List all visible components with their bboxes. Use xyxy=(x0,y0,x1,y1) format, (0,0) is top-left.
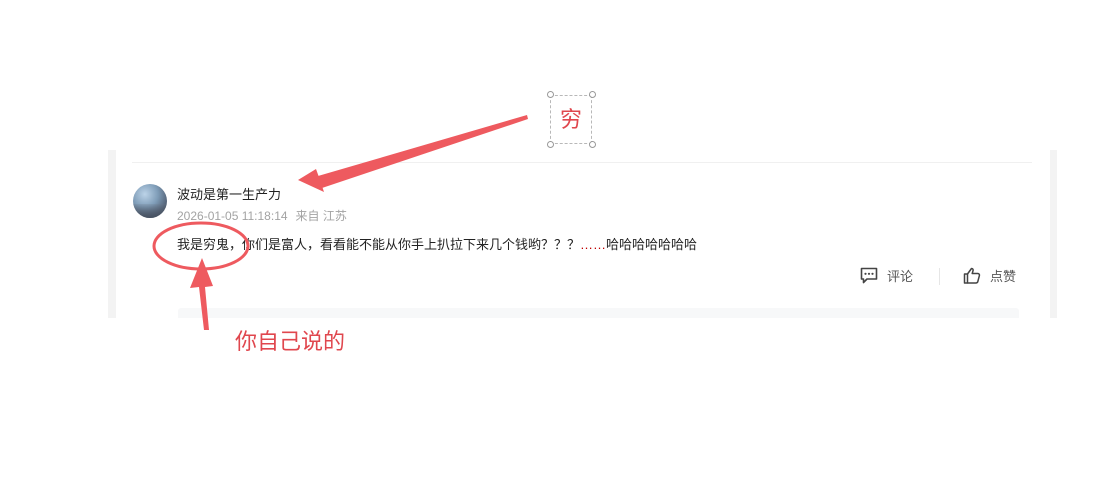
comment-location: 江苏 xyxy=(322,209,347,223)
resize-handle-top-left[interactable] xyxy=(547,91,554,98)
panel-right-edge xyxy=(1050,150,1057,318)
comment-button-label: 评论 xyxy=(887,269,914,284)
reply-area xyxy=(178,308,1019,318)
comment-text: 我是穷鬼，你们是富人，看看能不能从你手上扒拉下来几个钱哟？？？……哈哈哈哈哈哈哈 xyxy=(177,236,697,254)
like-button[interactable]: 点赞 xyxy=(962,266,1016,285)
annotation-arrow-to-username-body xyxy=(318,115,528,188)
annotation-note: 你自己说的 xyxy=(235,329,346,354)
resize-handle-bottom-left[interactable] xyxy=(547,141,554,148)
panel-left-edge xyxy=(108,150,116,318)
comment-timestamp: 2026-01-05 11:18:14 xyxy=(177,209,288,223)
annotation-box[interactable]: 穷 xyxy=(550,95,592,144)
like-button-label: 点赞 xyxy=(990,269,1017,284)
location-prefix: 来自 xyxy=(295,209,320,223)
annotation-arrow-to-text xyxy=(190,258,213,330)
comment-username[interactable]: 波动是第一生产力 xyxy=(177,186,281,204)
annotation-arrow-to-username xyxy=(298,116,527,192)
annotation-box-text: 穷 xyxy=(559,106,582,132)
thumbs-up-icon xyxy=(963,267,981,284)
comment-text-main: 我是穷鬼，你们是富人，看看能不能从你手上扒拉下来几个钱哟？？？ xyxy=(177,237,581,252)
comment-text-end: 哈哈哈哈哈哈哈 xyxy=(606,237,698,252)
resize-handle-top-right[interactable] xyxy=(589,91,596,98)
resize-handle-bottom-right[interactable] xyxy=(589,141,596,148)
action-divider xyxy=(939,268,940,285)
avatar[interactable] xyxy=(133,184,167,218)
comment-button[interactable]: 评论 xyxy=(859,266,913,285)
comment-text-ellipsis: …… xyxy=(580,237,607,252)
comment-icon xyxy=(860,267,878,284)
panel-divider xyxy=(132,162,1032,163)
comment-meta: 2026-01-05 11:18:14 来自 江苏 xyxy=(177,208,347,224)
